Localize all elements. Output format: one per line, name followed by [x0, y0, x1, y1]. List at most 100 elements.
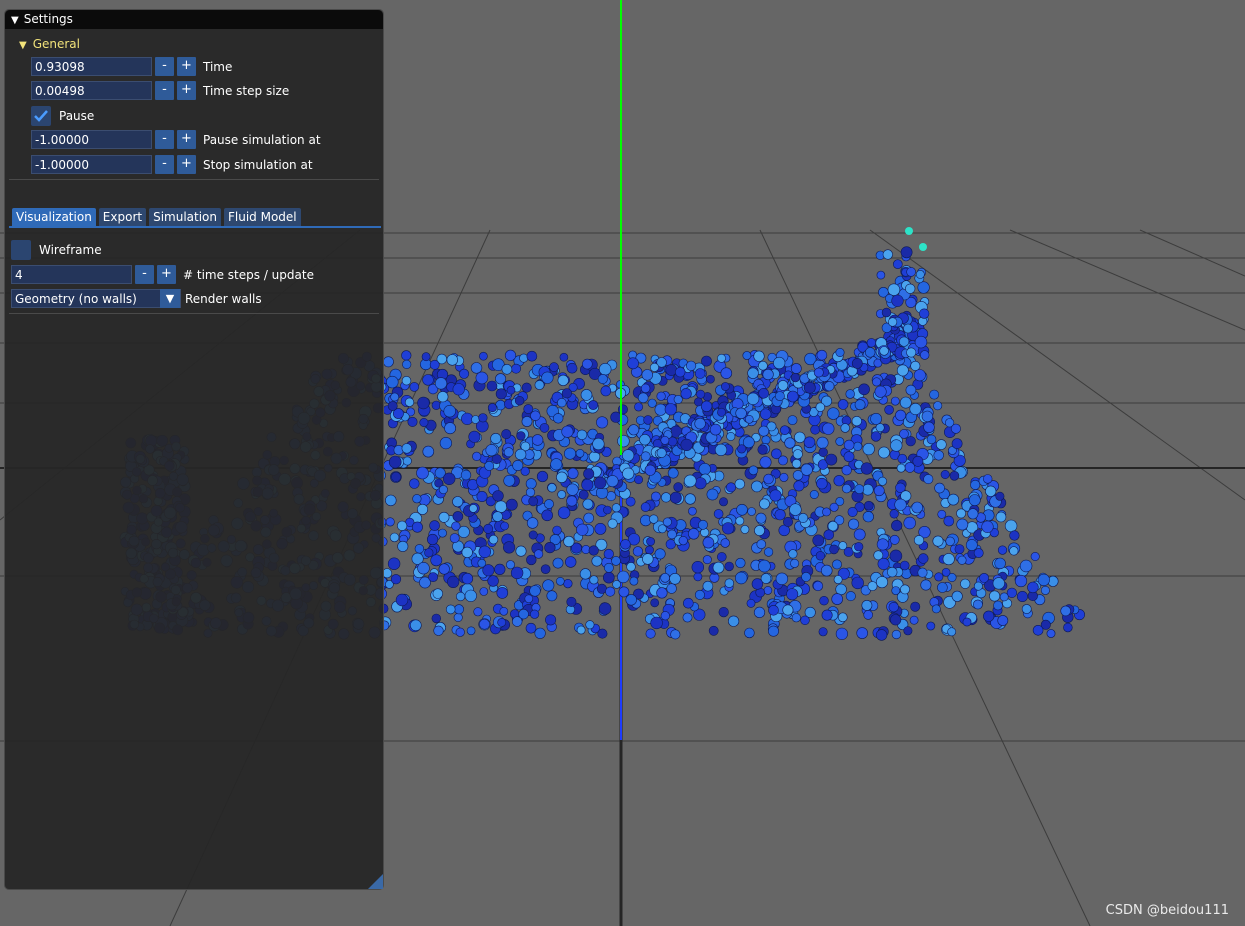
- particle: [576, 429, 588, 440]
- particle: [495, 388, 507, 400]
- particle: [504, 349, 517, 362]
- tab-simulation[interactable]: Simulation: [149, 208, 221, 226]
- time-increment-button[interactable]: +: [177, 57, 196, 76]
- particle: [487, 403, 497, 413]
- particle: [664, 403, 677, 416]
- time-decrement-button[interactable]: -: [155, 57, 174, 76]
- time-steps-decrement-button[interactable]: -: [135, 265, 154, 284]
- particle: [947, 627, 957, 637]
- particle: [736, 503, 748, 516]
- particle: [470, 362, 483, 374]
- particle: [431, 400, 441, 410]
- time-step-input[interactable]: 0.00498: [31, 81, 152, 100]
- particle: [443, 472, 456, 485]
- particle: [851, 357, 863, 369]
- particle: [382, 356, 394, 368]
- particle: [909, 615, 919, 625]
- particle: [810, 424, 821, 435]
- particle: [511, 363, 521, 374]
- particle: [903, 626, 913, 636]
- particle: [742, 351, 752, 360]
- particle: [478, 545, 491, 558]
- stop-at-decrement-button[interactable]: -: [155, 155, 174, 174]
- particle: [967, 508, 979, 520]
- particle: [452, 496, 464, 508]
- particle: [585, 620, 595, 630]
- particle: [479, 351, 488, 361]
- collapse-triangle-icon[interactable]: ▼: [11, 11, 19, 30]
- particle: [466, 626, 476, 636]
- settings-window[interactable]: ▼ Settings ▼ General 0.93098 - + Time 0.00…: [4, 9, 384, 890]
- particle: [500, 521, 509, 531]
- particle: [973, 548, 984, 558]
- particle: [804, 606, 816, 618]
- particle: [518, 608, 529, 620]
- particle: [625, 594, 637, 606]
- stop-at-increment-button[interactable]: +: [177, 155, 196, 174]
- tab-export[interactable]: Export: [98, 208, 147, 226]
- time-steps-increment-button[interactable]: +: [157, 265, 176, 284]
- particle: [468, 430, 481, 443]
- particle: [424, 548, 434, 558]
- particle: [951, 438, 963, 449]
- particle: [910, 601, 921, 612]
- separator: [9, 179, 379, 180]
- particle: [534, 380, 545, 390]
- particle: [487, 575, 499, 587]
- render-walls-dropdown[interactable]: Geometry (no walls) ▼: [11, 289, 181, 308]
- particle: [486, 380, 498, 392]
- dropdown-arrow-icon[interactable]: ▼: [160, 289, 180, 308]
- general-header[interactable]: ▼ General: [19, 37, 80, 51]
- particle: [588, 400, 599, 410]
- particle: [851, 416, 862, 427]
- particle: [983, 610, 995, 622]
- particle: [870, 412, 882, 425]
- particle: [918, 553, 929, 564]
- pause-checkbox[interactable]: [31, 105, 51, 126]
- particle: [775, 572, 789, 585]
- particle: [910, 360, 921, 371]
- particle: [402, 359, 412, 370]
- particle: [640, 383, 651, 393]
- particle: [626, 562, 636, 572]
- wireframe-checkbox[interactable]: [11, 239, 31, 260]
- particle: [404, 397, 415, 407]
- particle: [951, 590, 963, 602]
- tab-visualization[interactable]: Visualization: [12, 208, 96, 226]
- pause-at-increment-button[interactable]: +: [177, 130, 196, 149]
- pause-at-decrement-button[interactable]: -: [155, 130, 174, 149]
- particle: [552, 413, 564, 424]
- particle: [401, 443, 412, 454]
- particle: [600, 385, 612, 397]
- particle: [929, 389, 940, 400]
- particle: [784, 437, 796, 449]
- time-steps-update-input[interactable]: 4: [11, 265, 132, 284]
- time-input[interactable]: 0.93098: [31, 57, 152, 76]
- time-step-decrement-button[interactable]: -: [155, 81, 174, 100]
- particle: [603, 505, 612, 515]
- particle: [837, 399, 849, 410]
- particle: [541, 509, 554, 522]
- time-step-increment-button[interactable]: +: [177, 81, 196, 100]
- particle: [685, 360, 697, 371]
- particle: [488, 534, 499, 545]
- particle: [838, 541, 848, 551]
- resize-grip-icon[interactable]: [368, 874, 383, 889]
- collapse-triangle-icon[interactable]: ▼: [19, 40, 27, 51]
- pause-at-input[interactable]: -1.00000: [31, 130, 152, 149]
- particle: [662, 517, 672, 527]
- particle: [479, 587, 489, 596]
- particle: [437, 391, 449, 403]
- particle: [434, 377, 448, 390]
- particle: [837, 612, 848, 623]
- particle: [526, 517, 539, 529]
- tab-fluid-model[interactable]: Fluid Model: [224, 208, 301, 226]
- particle: [688, 506, 697, 516]
- particle: [603, 548, 614, 560]
- particle: [721, 382, 730, 391]
- particle: [892, 259, 903, 270]
- stop-at-input[interactable]: -1.00000: [31, 155, 152, 174]
- tab-underline: [9, 226, 381, 228]
- particle: [622, 467, 635, 480]
- window-titlebar[interactable]: ▼ Settings: [5, 10, 383, 29]
